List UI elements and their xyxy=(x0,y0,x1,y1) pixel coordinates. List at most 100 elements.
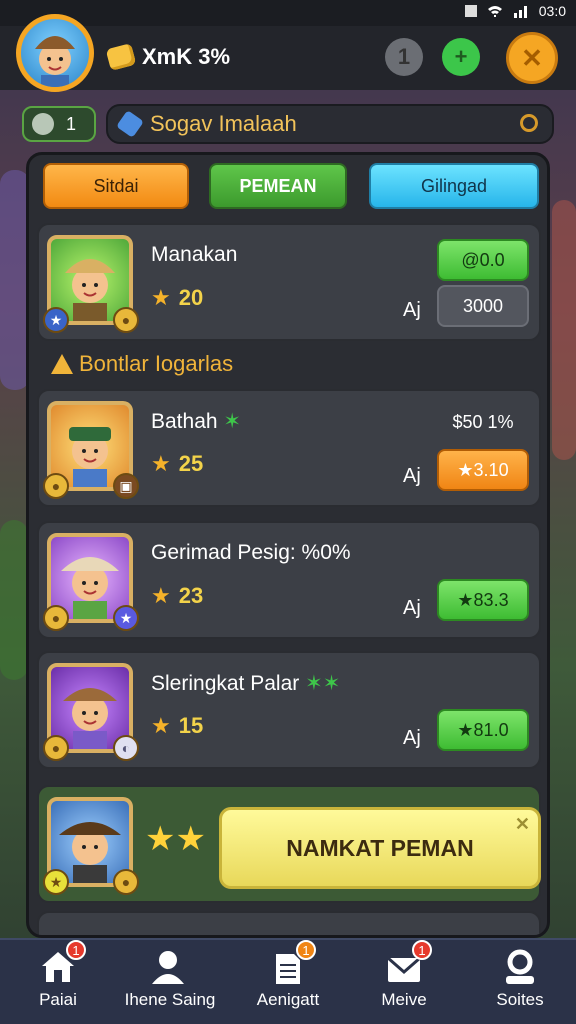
notification-badge: 1 xyxy=(66,940,86,960)
buy-button[interactable]: ★ 3.10 xyxy=(437,449,529,491)
signal-icon xyxy=(513,6,527,18)
character-card[interactable]: ● ◐ Sleringkat Palar ✶✶ ★ 15 Aj ★ 81.0 xyxy=(37,651,541,769)
price-button[interactable]: @0.0 xyxy=(437,239,529,281)
level-value: 1 xyxy=(66,113,77,134)
section-title-text: Bontlar Iogarlas xyxy=(79,351,234,376)
star-badge-icon: ★ xyxy=(113,605,139,631)
document-icon: 1 xyxy=(268,940,316,986)
background-house-right xyxy=(552,200,576,460)
search-input[interactable]: Sogav Imalaah xyxy=(106,104,554,144)
currency-display: XmK 3% xyxy=(105,43,231,71)
home-icon: 1 xyxy=(38,940,86,986)
character-card[interactable]: ★ ● Manakan ★ 20 Aj @0.0 3000 xyxy=(37,223,541,341)
rating-value: 15 xyxy=(178,713,204,738)
shield-button[interactable]: 1 xyxy=(385,38,423,76)
tab-sitdai[interactable]: Sitdai xyxy=(43,163,189,209)
close-button[interactable]: ✕ xyxy=(506,32,558,84)
coin-icon: ● xyxy=(43,735,69,761)
nav-settings[interactable]: Soites xyxy=(470,948,570,1010)
pencil-icon xyxy=(116,110,144,138)
shop-panel: Sitdai PEMEAN Gilingad ★ ● Manakan ★ 20 A… xyxy=(26,152,550,938)
coin-icon: ● xyxy=(43,473,69,499)
star-badge-icon: ★ xyxy=(43,307,69,333)
level-chip[interactable]: 1 xyxy=(22,106,96,142)
card-mark: Aj xyxy=(403,727,421,749)
rating-value: 25 xyxy=(178,451,204,476)
star-badge-icon: ★ xyxy=(43,869,69,895)
status-time: 03:0 xyxy=(538,3,566,19)
skull-icon xyxy=(32,113,54,135)
mail-icon: 1 xyxy=(384,940,432,986)
reward-stars: ★ ★ xyxy=(145,819,206,859)
profile-icon xyxy=(500,948,540,986)
bottom-navigation: 1 Paiai Ihene Saing 1 Aenigatt 1 Meive S… xyxy=(0,938,576,1024)
warning-icon xyxy=(51,354,73,374)
nav-label: Soites xyxy=(496,990,544,1009)
nav-social[interactable]: Ihene Saing xyxy=(120,948,220,1010)
coin-icon: ● xyxy=(113,869,139,895)
search-bar-row: 1 Sogav Imalaah xyxy=(22,104,554,144)
character-name: Bathah ✶ xyxy=(151,409,241,434)
tab-row: Sitdai PEMEAN Gilingad xyxy=(39,163,539,211)
green-star-icon: ✶ xyxy=(223,410,242,433)
discount-label: $50 1% xyxy=(452,411,514,432)
star-icon: ★ xyxy=(145,820,176,858)
rating: ★ 23 xyxy=(151,583,203,609)
wifi-icon xyxy=(487,6,502,17)
chest-icon: ▣ xyxy=(113,473,139,499)
character-card[interactable] xyxy=(37,911,541,935)
buy-button[interactable]: ★ 83.3 xyxy=(437,579,529,621)
section-title: Bontlar Iogarlas xyxy=(51,351,233,377)
buy-button[interactable]: ★ 81.0 xyxy=(437,709,529,751)
star-icon: ★ xyxy=(175,820,206,858)
character-name: Sleringkat Palar ✶✶ xyxy=(151,671,340,696)
nav-label: Aenigatt xyxy=(256,990,320,1009)
claim-popup-button[interactable]: NAMKAT PEMAN ✕ xyxy=(219,807,541,889)
rating: ★ 25 xyxy=(151,451,203,477)
buy-price: 3.10 xyxy=(473,459,509,480)
currency-amount: XmK 3% xyxy=(142,44,231,69)
popup-label: NAMKAT PEMAN xyxy=(286,834,474,861)
buy-price: 81.0 xyxy=(473,719,509,740)
star-icon: ★ xyxy=(457,589,474,610)
card-mark: Aj xyxy=(403,299,421,321)
coin-icon: ● xyxy=(113,307,139,333)
character-name: Manakan xyxy=(151,243,238,266)
nav-tasks[interactable]: 1 Aenigatt xyxy=(238,940,338,1010)
green-star-icon: ✶✶ xyxy=(305,672,341,695)
nav-home[interactable]: 1 Paiai xyxy=(8,940,108,1010)
rating: ★ 15 xyxy=(151,713,203,739)
coin-icon: ● xyxy=(43,605,69,631)
star-icon: ★ xyxy=(457,459,474,480)
star-icon: ★ xyxy=(151,713,171,738)
star-icon: ★ xyxy=(151,583,171,608)
nav-mail[interactable]: 1 Meive xyxy=(354,940,454,1010)
rating: ★ 20 xyxy=(151,285,203,311)
character-name-text: Bathah xyxy=(151,410,218,433)
gold-gem-icon xyxy=(105,43,137,71)
tab-gilingad[interactable]: Gilingad xyxy=(369,163,539,209)
target-icon[interactable] xyxy=(520,114,538,132)
tab-pemean[interactable]: PEMEAN xyxy=(209,163,347,209)
buy-price: 83.3 xyxy=(473,589,509,610)
character-card[interactable]: ● ★ Gerimad Pesig: %0% ★ 23 Aj ★ 83.3 xyxy=(37,521,541,639)
notification-icon xyxy=(464,5,477,17)
status-bar: 03:0 xyxy=(0,0,576,26)
search-text: Sogav Imalaah xyxy=(150,111,297,136)
character-face-icon xyxy=(35,36,75,87)
nav-label: Ihene Saing xyxy=(124,990,216,1009)
rating-value: 23 xyxy=(178,583,204,608)
cost-button[interactable]: 3000 xyxy=(437,285,529,327)
notification-badge: 1 xyxy=(412,940,432,960)
moon-icon: ◐ xyxy=(113,735,139,761)
background-tree xyxy=(0,520,28,680)
character-name-text: Sleringkat Palar xyxy=(151,672,300,695)
add-button[interactable]: + xyxy=(442,38,480,76)
card-mark: Aj xyxy=(403,465,421,487)
close-icon[interactable]: ✕ xyxy=(515,814,530,835)
star-icon: ★ xyxy=(457,719,474,740)
notification-badge: 1 xyxy=(296,940,316,960)
player-avatar[interactable] xyxy=(16,14,94,92)
star-icon: ★ xyxy=(151,451,171,476)
character-card[interactable]: ● ▣ Bathah ✶ ★ 25 Aj $50 1% ★ 3.10 xyxy=(37,389,541,507)
